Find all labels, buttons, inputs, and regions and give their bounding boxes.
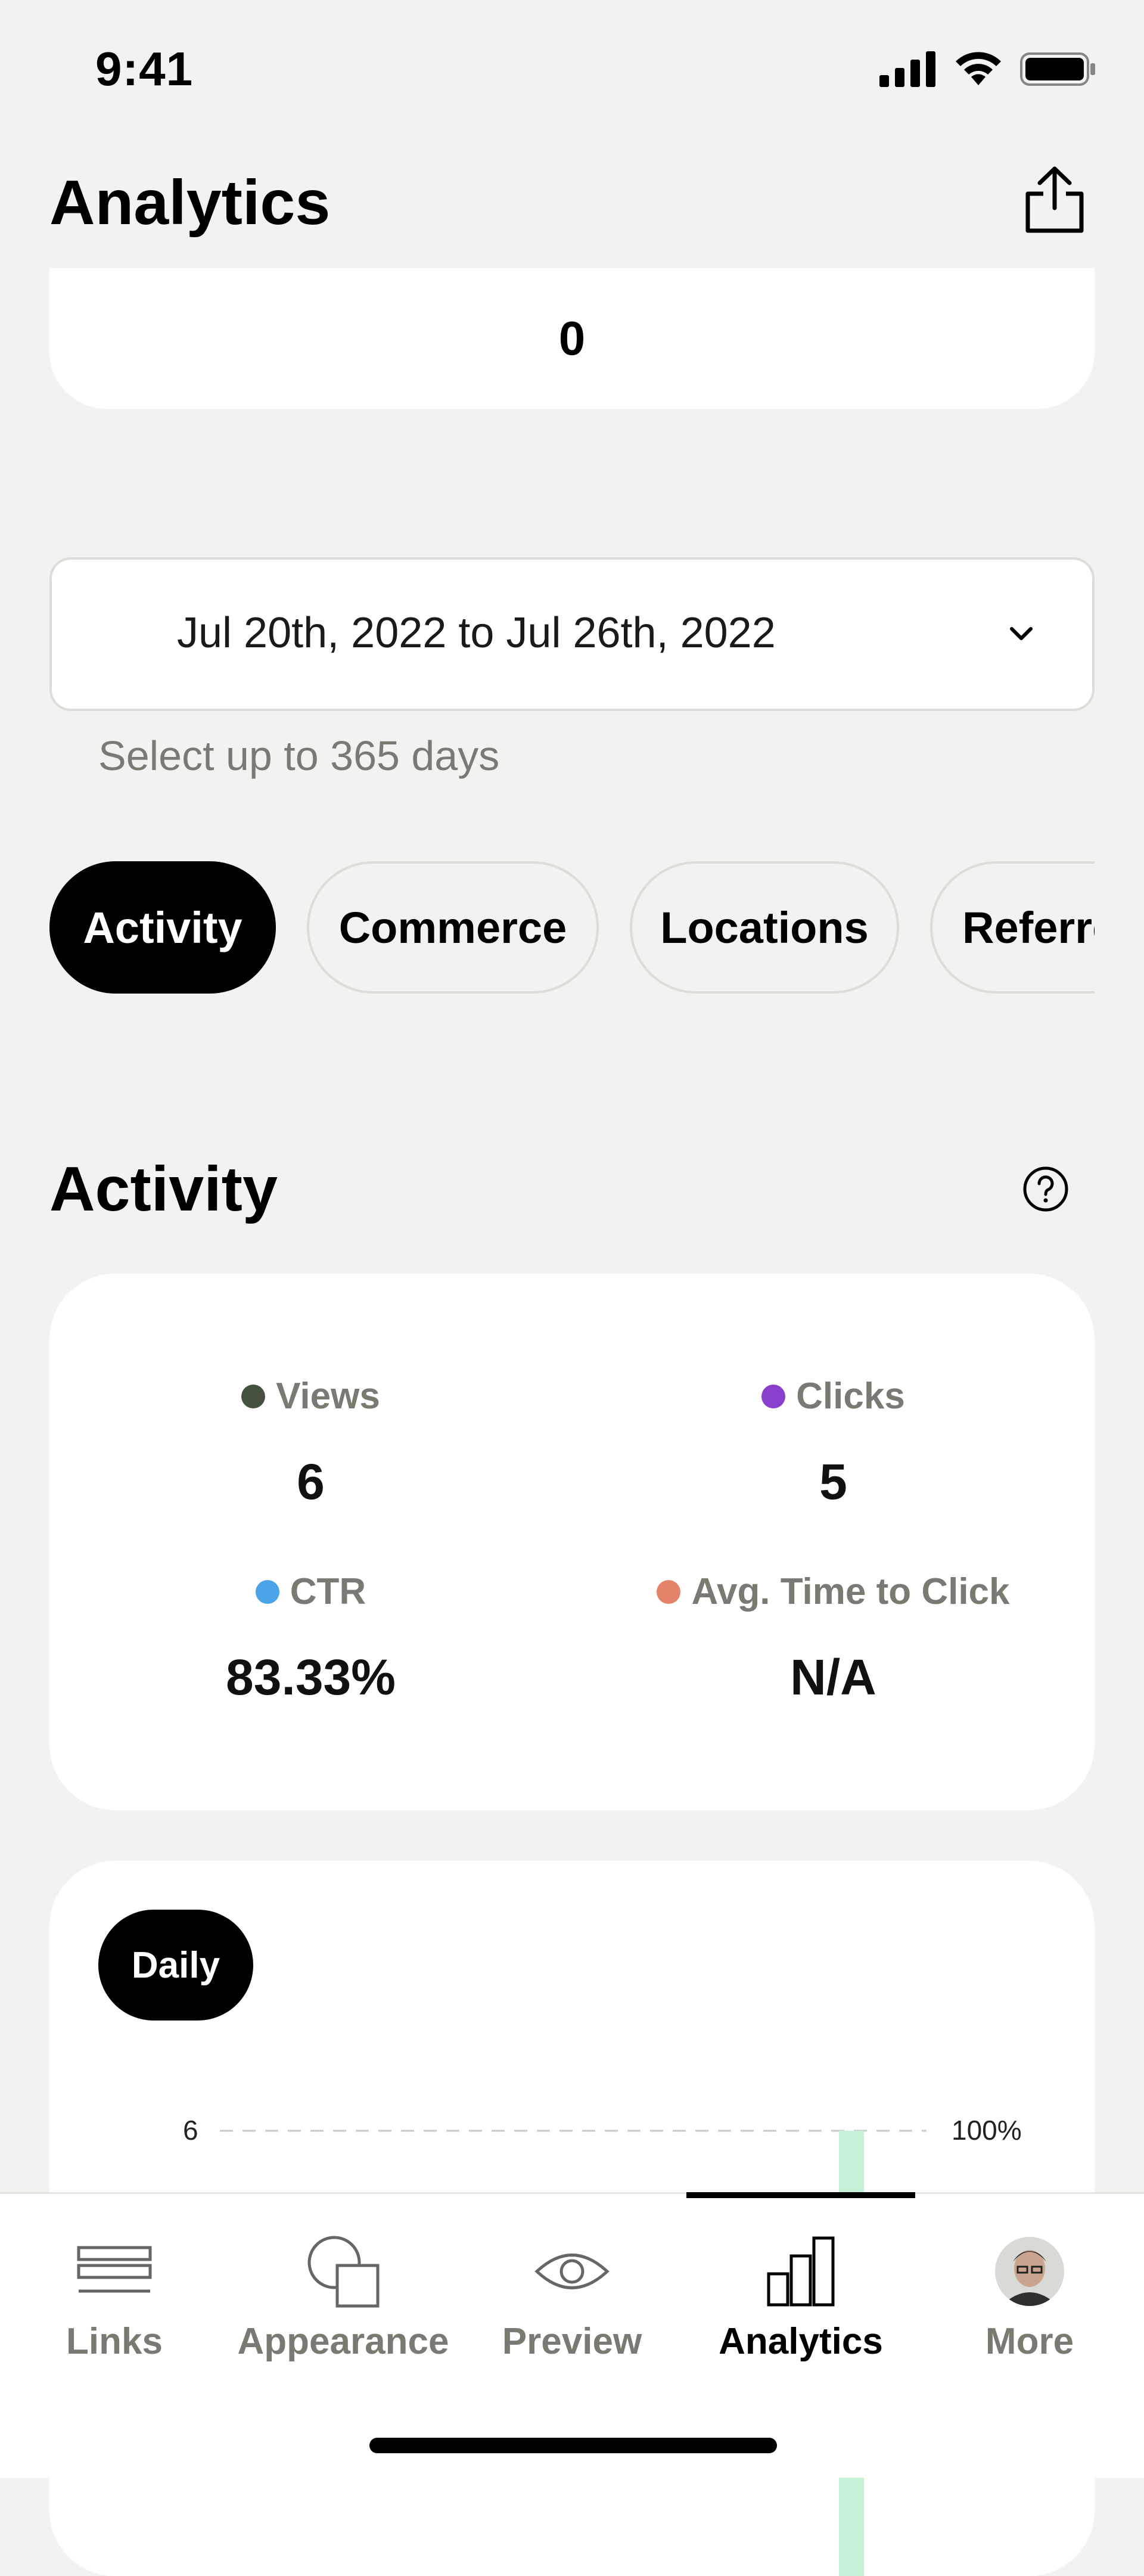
stat-value: 5 <box>819 1454 847 1510</box>
stat-clicks: Clicks 5 <box>572 1375 1095 1511</box>
status-time: 9:41 <box>95 42 194 95</box>
stat-label-text: Views <box>276 1376 380 1417</box>
tab-commerce[interactable]: Commerce <box>307 861 599 994</box>
y-left-tick: 6 <box>183 2115 198 2146</box>
stats-card: Views 6 Clicks 5 CTR 83.33% Avg. Time to… <box>49 1274 1095 1810</box>
home-indicator <box>369 2438 777 2453</box>
appearance-icon <box>307 2236 380 2308</box>
signal-icon <box>879 51 935 87</box>
nav-appearance[interactable]: Appearance <box>229 2230 458 2363</box>
stat-label-text: Clicks <box>796 1376 905 1417</box>
views-dot <box>241 1384 266 1408</box>
battery-icon <box>1020 52 1095 86</box>
nav-preview[interactable]: Preview <box>458 2230 686 2363</box>
tab-locations[interactable]: Locations <box>630 861 899 994</box>
stat-label-text: CTR <box>290 1571 366 1612</box>
stat-value: N/A <box>790 1649 876 1705</box>
tab-referrers[interactable]: Referrers <box>930 861 1095 994</box>
stat-label: CTR <box>255 1571 366 1613</box>
page-title: Analytics <box>49 167 331 238</box>
nav-links[interactable]: Links <box>0 2230 229 2363</box>
wifi-icon <box>956 52 1001 85</box>
bottom-nav: Links Appearance Preview Analytics More <box>0 2192 1144 2478</box>
status-icons <box>879 51 1096 88</box>
stat-label-text: Avg. Time to Click <box>691 1571 1010 1612</box>
clicks-dot <box>761 1384 786 1408</box>
date-range-select[interactable]: Jul 20th, 2022 to Jul 26th, 2022 <box>49 557 1095 711</box>
stat-label: Avg. Time to Click <box>657 1571 1010 1613</box>
nav-label: Preview <box>502 2321 642 2362</box>
share-icon <box>1025 166 1084 233</box>
summary-value: 0 <box>558 312 586 365</box>
date-range-helper: Select up to 365 days <box>98 733 500 779</box>
question-icon <box>1023 1166 1068 1212</box>
stat-label: Views <box>241 1375 380 1417</box>
section-title: Activity <box>49 1154 278 1224</box>
bar-chart-icon <box>767 2236 835 2307</box>
stat-ctr: CTR 83.33% <box>49 1571 572 1706</box>
share-button[interactable] <box>1022 164 1087 235</box>
chevron-down-icon <box>1010 627 1033 640</box>
active-tab-indicator <box>686 2192 915 2198</box>
avatar <box>995 2237 1064 2306</box>
eye-icon <box>534 2254 610 2289</box>
stat-label: Clicks <box>761 1375 905 1417</box>
y-right-tick: 100% <box>952 2115 1022 2146</box>
nav-label: More <box>985 2321 1074 2362</box>
links-icon <box>77 2246 152 2293</box>
date-range-value: Jul 20th, 2022 to Jul 26th, 2022 <box>177 609 776 657</box>
stat-avg-time: Avg. Time to Click N/A <box>572 1571 1095 1706</box>
ctr-dot <box>255 1579 279 1604</box>
nav-label: Analytics <box>719 2321 883 2362</box>
help-button[interactable] <box>1022 1165 1070 1213</box>
nav-more[interactable]: More <box>915 2230 1144 2363</box>
nav-analytics[interactable]: Analytics <box>686 2230 915 2363</box>
summary-card: 0 <box>49 268 1095 409</box>
analytics-tabs: Activity Commerce Locations Referrers <box>49 861 1095 994</box>
stat-value: 83.33% <box>226 1649 396 1705</box>
nav-label: Links <box>66 2321 163 2362</box>
tab-activity[interactable]: Activity <box>49 861 276 994</box>
avg-time-dot <box>657 1579 681 1604</box>
nav-label: Appearance <box>237 2321 449 2362</box>
stat-views: Views 6 <box>49 1375 572 1511</box>
stat-value: 6 <box>297 1454 325 1510</box>
